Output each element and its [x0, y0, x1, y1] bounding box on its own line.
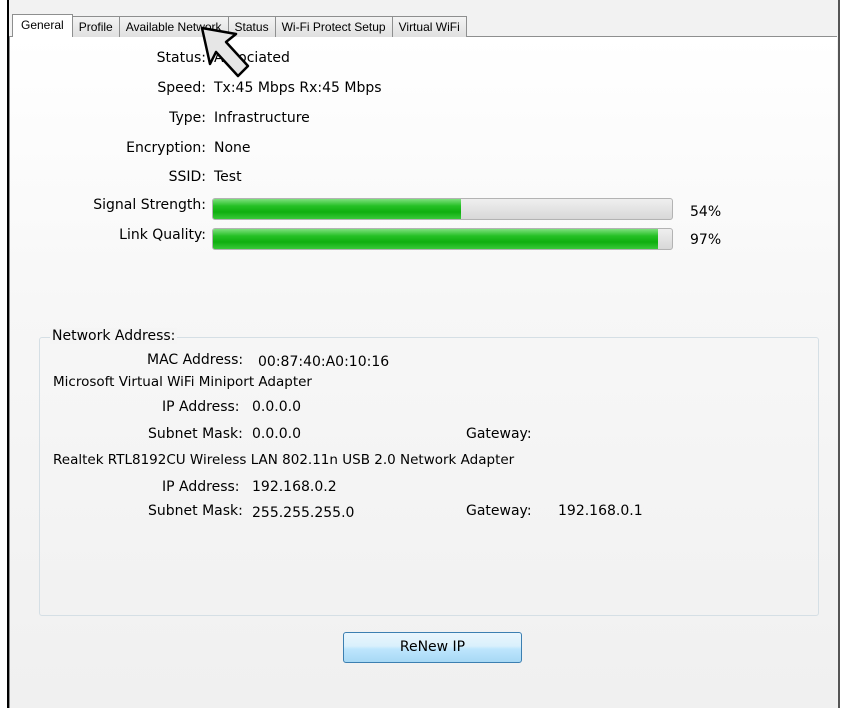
- encryption-value: None: [214, 140, 251, 156]
- signal-strength-fill: [213, 199, 461, 219]
- status-row: Status: Associated: [0, 50, 841, 70]
- signal-strength-label: Signal Strength:: [93, 197, 206, 213]
- realtek-gateway-label: Gateway:: [466, 503, 532, 519]
- realtek-subnet-label: Subnet Mask:: [148, 503, 243, 519]
- mac-address-label: MAC Address:: [147, 352, 244, 368]
- virtual-subnet-label: Subnet Mask:: [148, 426, 243, 442]
- encryption-label: Encryption:: [126, 140, 206, 156]
- ssid-value: Test: [214, 169, 242, 185]
- type-label: Type:: [169, 110, 206, 126]
- speed-row: Speed: Tx:45 Mbps Rx:45 Mbps: [0, 80, 841, 100]
- virtual-ip-label: IP Address:: [162, 399, 240, 415]
- type-row: Type: Infrastructure: [0, 110, 841, 130]
- renew-ip-button[interactable]: ReNew IP: [343, 632, 522, 663]
- network-address-title: Network Address:: [50, 328, 178, 344]
- tab-virtual-wifi[interactable]: Virtual WiFi: [391, 16, 467, 37]
- virtual-gateway-label: Gateway:: [466, 426, 532, 442]
- tab-wifi-protect-setup[interactable]: Wi-Fi Protect Setup: [274, 16, 393, 37]
- link-quality-fill: [213, 229, 659, 249]
- signal-strength-percent: 54%: [690, 204, 722, 220]
- adapter-name-realtek: Realtek RTL8192CU Wireless LAN 802.11n U…: [53, 452, 515, 468]
- tab-strip: General Profile Available Network Status…: [12, 14, 838, 37]
- realtek-ip-value: 192.168.0.2: [252, 479, 337, 495]
- realtek-gateway-value: 192.168.0.1: [558, 503, 643, 519]
- encryption-row: Encryption: None: [0, 140, 841, 160]
- virtual-ip-value: 0.0.0.0: [252, 399, 301, 415]
- adapter-name-virtual: Microsoft Virtual WiFi Miniport Adapter: [53, 374, 312, 390]
- tab-general[interactable]: General: [12, 14, 73, 37]
- type-value: Infrastructure: [214, 110, 310, 126]
- arrow-cursor-icon: [200, 26, 250, 78]
- realtek-ip-label: IP Address:: [162, 479, 240, 495]
- link-quality-label: Link Quality:: [119, 227, 206, 243]
- virtual-subnet-value: 0.0.0.0: [252, 426, 301, 442]
- ssid-row: SSID: Test: [0, 169, 841, 189]
- tab-profile[interactable]: Profile: [71, 16, 120, 37]
- realtek-subnet-value: 255.255.255.0: [252, 505, 355, 521]
- mac-address-value: 00:87:40:A0:10:16: [258, 354, 390, 370]
- signal-strength-bar: [212, 198, 673, 220]
- ssid-label: SSID:: [168, 169, 206, 185]
- link-quality-bar: [212, 228, 673, 250]
- link-quality-percent: 97%: [690, 232, 722, 248]
